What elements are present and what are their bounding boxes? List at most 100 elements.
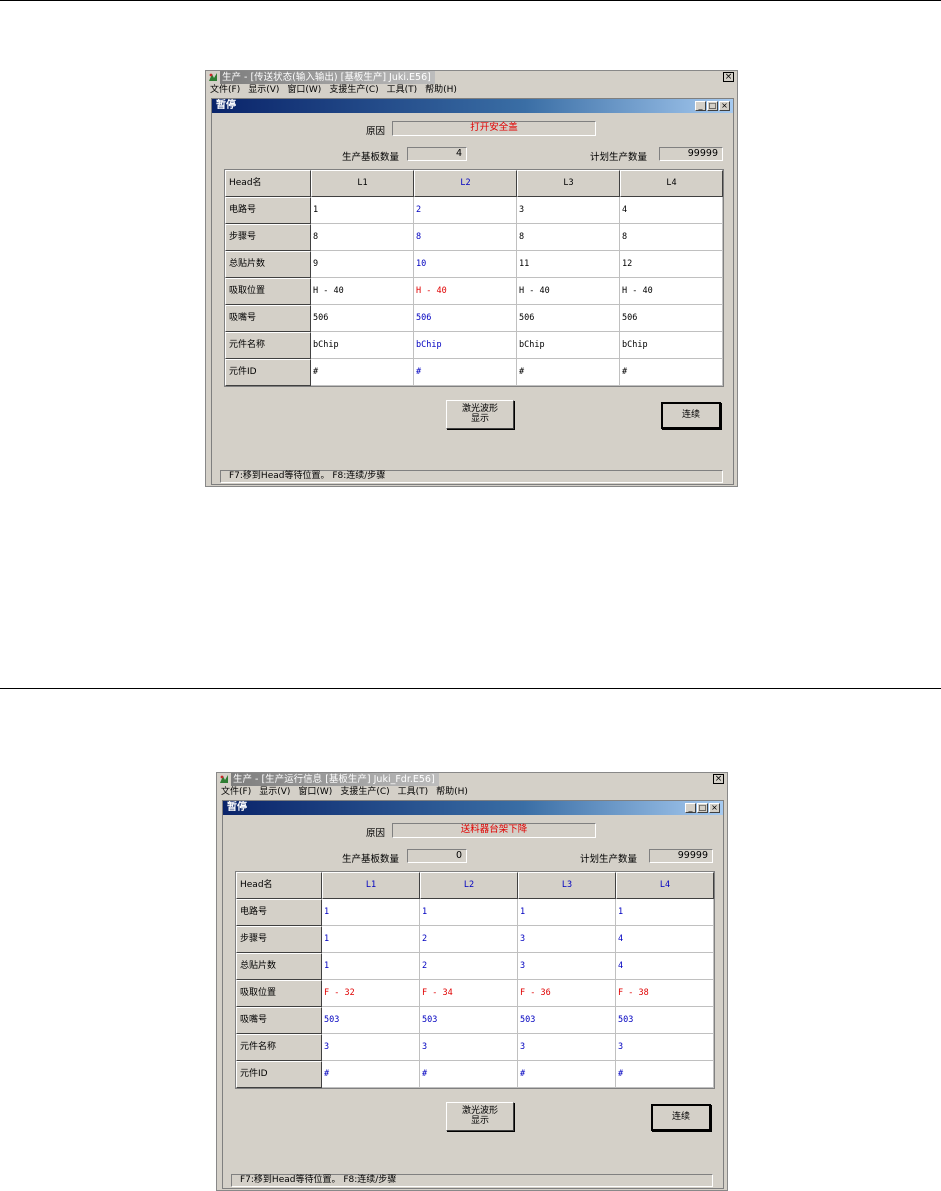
menu-item[interactable]: 窗口(W)	[287, 84, 321, 96]
top-rule	[0, 0, 941, 1]
table-cell: bChip	[620, 332, 723, 359]
table-cell: F - 32	[322, 980, 420, 1007]
app-close-button[interactable]: ×	[723, 72, 734, 82]
menu-item[interactable]: 窗口(W)	[298, 786, 332, 798]
column-header-l2: L2	[420, 872, 518, 899]
table-cell: 1	[311, 197, 414, 224]
app-icon	[219, 774, 229, 784]
table-cell: 4	[616, 926, 714, 953]
column-header-l3: L3	[517, 170, 620, 197]
table-cell: #	[616, 1061, 714, 1088]
window-close-icon[interactable]: ×	[719, 101, 730, 111]
window-minimize-icon[interactable]: _	[695, 101, 706, 111]
menu-item[interactable]: 帮助(H)	[425, 84, 457, 96]
table-cell: H - 40	[311, 278, 414, 305]
pause-window-titlebar: 暂停 _ □ ×	[212, 99, 733, 113]
menu-item[interactable]: 支援生产(C)	[340, 786, 389, 798]
table-cell: bChip	[517, 332, 620, 359]
menu-item[interactable]: 显示(V)	[259, 786, 290, 798]
pause-window: 暂停 _ □ × 原因 打开安全盖 生产基板数量 4 计划生产数量 99999 Head名 L1 L2 L…	[211, 98, 734, 485]
table-cell: 3	[420, 1034, 518, 1061]
screenshot-1: 生产 - [传送状态(输入输出) [基板生产] Juki.E56] × 文件(F) 显…	[205, 70, 738, 487]
table-cell: 506	[414, 305, 517, 332]
column-header-l4: L4	[616, 872, 714, 899]
row-label: 吸取位置	[236, 980, 322, 1007]
table-cell: F - 38	[616, 980, 714, 1007]
table-cell: 503	[616, 1007, 714, 1034]
planned-count-field: 99999	[649, 849, 713, 863]
reason-field: 送料器台架下降	[392, 823, 596, 838]
table-cell: F - 36	[518, 980, 616, 1007]
row-label: 步骤号	[225, 224, 311, 251]
table-cell: 3	[518, 926, 616, 953]
continue-button[interactable]: 连续	[661, 402, 721, 429]
row-label: 吸嘴号	[225, 305, 311, 332]
produced-count-field: 0	[407, 849, 467, 863]
pause-window-title: 暂停	[216, 100, 236, 111]
menu-bar: 文件(F) 显示(V) 窗口(W) 支援生产(C) 工具(T) 帮助(H)	[206, 84, 737, 96]
table-cell: 506	[311, 305, 414, 332]
column-header-l1: L1	[322, 872, 420, 899]
table-cell: 503	[518, 1007, 616, 1034]
menu-item[interactable]: 文件(F)	[221, 786, 251, 798]
table-cell: 503	[420, 1007, 518, 1034]
table-cell: 8	[517, 224, 620, 251]
menu-item[interactable]: 文件(F)	[210, 84, 240, 96]
table-cell: 3	[517, 197, 620, 224]
row-label: 总贴片数	[225, 251, 311, 278]
window-maximize-icon[interactable]: □	[697, 803, 708, 813]
produced-count-label: 生产基板数量	[342, 854, 400, 865]
menu-item[interactable]: 显示(V)	[248, 84, 279, 96]
menu-item[interactable]: 支援生产(C)	[329, 84, 378, 96]
head-name-header: Head名	[225, 170, 311, 197]
head-info-table: Head名 L1 L2 L3 L4 电路号 1 1 1 1 步骤号 1 2 3 4 总贴片数 1 2 3 4 吸取位置 F…	[235, 871, 715, 1089]
produced-count-label: 生产基板数量	[342, 152, 400, 163]
laser-waveform-button[interactable]: 激光波形 显示	[446, 1102, 514, 1131]
menu-item[interactable]: 帮助(H)	[436, 786, 468, 798]
app-titlebar: 生产 - [生产运行信息 [基板生产] Juki_Fdr.E56] ×	[217, 773, 727, 786]
continue-button[interactable]: 连续	[651, 1104, 711, 1131]
table-cell: 3	[518, 1034, 616, 1061]
table-cell: 4	[620, 197, 723, 224]
window-maximize-icon[interactable]: □	[707, 101, 718, 111]
column-header-l4: L4	[620, 170, 723, 197]
column-header-l1: L1	[311, 170, 414, 197]
table-cell: 506	[517, 305, 620, 332]
laser-waveform-button[interactable]: 激光波形 显示	[446, 400, 514, 429]
app-title: 生产 - [传送状态(输入输出) [基板生产] Juki.E56]	[220, 71, 435, 84]
table-cell: 8	[620, 224, 723, 251]
menu-item[interactable]: 工具(T)	[387, 84, 418, 96]
table-cell: 8	[414, 224, 517, 251]
status-bar: F7:移到Head等待位置。 F8:连续/步骤	[231, 1174, 713, 1187]
table-cell: 8	[311, 224, 414, 251]
pause-window-title: 暂停	[227, 802, 247, 813]
app-close-button[interactable]: ×	[713, 774, 724, 784]
status-bar: F7:移到Head等待位置。 F8:连续/步骤	[220, 470, 723, 483]
table-cell: 1	[518, 899, 616, 926]
table-cell: 2	[420, 953, 518, 980]
table-cell: 11	[517, 251, 620, 278]
table-cell: 1	[420, 899, 518, 926]
menu-item[interactable]: 工具(T)	[398, 786, 429, 798]
table-cell: H - 40	[517, 278, 620, 305]
table-cell: #	[414, 359, 517, 386]
table-cell: bChip	[311, 332, 414, 359]
row-label: 总贴片数	[236, 953, 322, 980]
app-titlebar: 生产 - [传送状态(输入输出) [基板生产] Juki.E56] ×	[206, 71, 737, 84]
reason-field: 打开安全盖	[392, 121, 596, 136]
row-label: 电路号	[236, 899, 322, 926]
middle-rule	[0, 688, 941, 689]
row-label: 元件名称	[225, 332, 311, 359]
table-cell: bChip	[414, 332, 517, 359]
table-cell: 1	[322, 953, 420, 980]
table-cell: 2	[420, 926, 518, 953]
table-cell: 2	[414, 197, 517, 224]
reason-label: 原因	[366, 126, 386, 137]
app-title: 生产 - [生产运行信息 [基板生产] Juki_Fdr.E56]	[231, 773, 439, 786]
table-cell: H - 40	[414, 278, 517, 305]
column-header-l2: L2	[414, 170, 517, 197]
pause-window-titlebar: 暂停 _ □ ×	[223, 801, 723, 815]
window-close-icon[interactable]: ×	[709, 803, 720, 813]
window-minimize-icon[interactable]: _	[685, 803, 696, 813]
table-cell: 506	[620, 305, 723, 332]
